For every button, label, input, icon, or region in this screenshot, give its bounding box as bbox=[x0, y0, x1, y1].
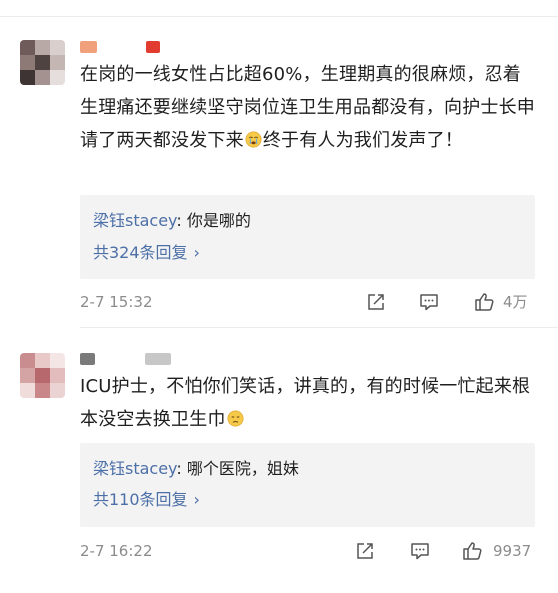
reply-text: 哪个医院，姐妹 bbox=[186, 459, 299, 478]
like-count: 4万 bbox=[503, 293, 528, 311]
reply-preview[interactable]: 梁钰stacey: 哪个医院，姐妹 共110条回复 › bbox=[80, 443, 535, 527]
comment-icon[interactable] bbox=[417, 290, 441, 314]
view-replies-link[interactable]: 共110条回复 › bbox=[93, 490, 200, 510]
view-replies-link[interactable]: 共324条回复 › bbox=[93, 243, 200, 263]
reply-line: 梁钰stacey: 哪个医院，姐妹 bbox=[93, 459, 299, 479]
comment-text-part: 终于有人为我们发声了！ bbox=[262, 130, 464, 151]
comment-divider bbox=[80, 327, 558, 328]
comment-text: ICU护士，不怕你们笑话，讲真的，有的时候一忙起来根本没空去换卫生巾 bbox=[80, 370, 535, 436]
blurred-name-part bbox=[145, 353, 171, 365]
reply-separator: : bbox=[176, 211, 187, 230]
reply-line: 梁钰stacey: 你是哪的 bbox=[93, 211, 251, 231]
reply-author[interactable]: 梁钰stacey bbox=[93, 459, 176, 478]
comment-text: 在岗的一线女性占比超60%，生理期真的很麻烦，忍着生理痛还要继续坚守岗位连卫生用… bbox=[80, 58, 535, 157]
share-icon[interactable] bbox=[353, 539, 377, 563]
comment-icon[interactable] bbox=[408, 539, 432, 563]
reply-text: 你是哪的 bbox=[186, 211, 251, 230]
comment-meta: 2-7 15:32 4万 bbox=[80, 290, 535, 314]
blurred-name-part bbox=[80, 41, 97, 53]
blurred-name-spacer bbox=[105, 41, 138, 53]
blurred-name-spacer bbox=[103, 353, 137, 365]
username-blurred[interactable] bbox=[80, 40, 160, 54]
thumbs-up-icon[interactable] bbox=[460, 539, 484, 563]
chevron-right-icon: › bbox=[193, 490, 200, 509]
thumbs-up-icon[interactable] bbox=[472, 290, 496, 314]
reply-author[interactable]: 梁钰stacey bbox=[93, 211, 176, 230]
timestamp: 2-7 16:22 bbox=[80, 542, 153, 560]
chevron-right-icon: › bbox=[193, 243, 200, 262]
comment-meta: 2-7 16:22 9937 bbox=[80, 539, 535, 563]
username-blurred[interactable] bbox=[80, 352, 171, 366]
reply-separator: : bbox=[176, 459, 187, 478]
crying-face-icon bbox=[245, 131, 262, 148]
sad-face-icon bbox=[227, 410, 244, 427]
avatar[interactable] bbox=[20, 40, 65, 85]
reply-preview[interactable]: 梁钰stacey: 你是哪的 共324条回复 › bbox=[80, 195, 535, 279]
blurred-name-part bbox=[80, 353, 95, 365]
share-icon[interactable] bbox=[364, 290, 388, 314]
reply-count[interactable]: 共324条回复 bbox=[93, 243, 188, 262]
top-divider bbox=[0, 16, 558, 17]
timestamp: 2-7 15:32 bbox=[80, 293, 153, 311]
blurred-name-part bbox=[146, 41, 160, 53]
like-count: 9937 bbox=[493, 542, 532, 560]
avatar[interactable] bbox=[20, 353, 65, 398]
reply-count[interactable]: 共110条回复 bbox=[93, 490, 188, 509]
comment-text-part: ICU护士，不怕你们笑话，讲真的，有的时候一忙起来根本没空去换卫生巾 bbox=[80, 376, 531, 430]
